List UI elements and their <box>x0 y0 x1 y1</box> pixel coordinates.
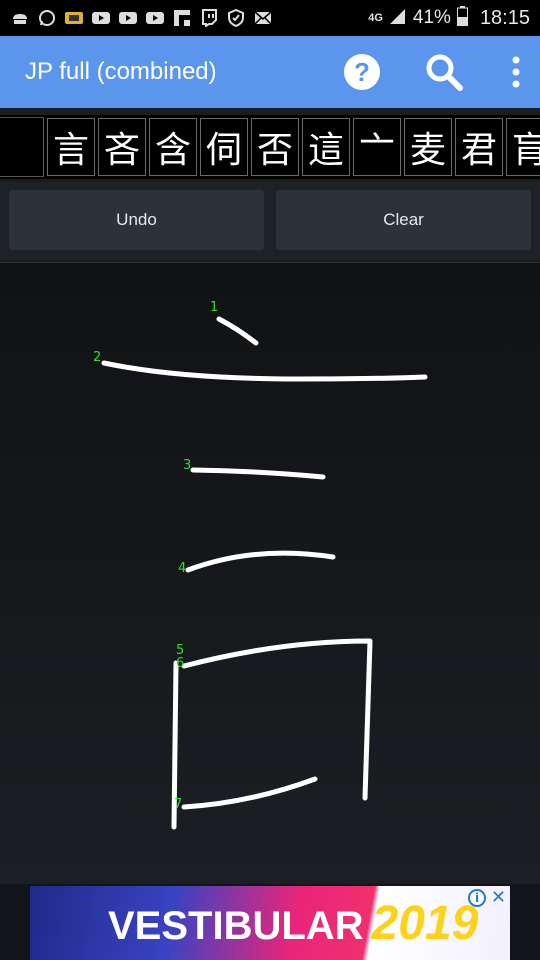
shield-icon <box>226 9 246 27</box>
whatsapp-icon <box>37 9 57 27</box>
clear-button[interactable]: Clear <box>276 190 531 250</box>
stroke-number-label: 6 <box>176 656 184 671</box>
notification-icons <box>10 9 273 27</box>
ad-info-icon[interactable]: i <box>468 889 486 907</box>
candidate-scroll-edge <box>0 117 44 177</box>
search-icon <box>426 54 463 91</box>
mail-icon <box>253 9 273 27</box>
youtube-icon <box>145 9 165 27</box>
candidate-char[interactable]: 否 <box>251 118 299 176</box>
more-vert-icon <box>512 56 520 88</box>
app-bar: JP full (combined) ? <box>0 36 540 108</box>
network-type: 4G <box>368 11 383 24</box>
undo-button[interactable]: Undo <box>9 190 264 250</box>
chef-hat-icon <box>10 9 30 27</box>
twitch-icon <box>199 9 219 27</box>
stroke-4 <box>185 550 336 573</box>
overflow-menu-button[interactable] <box>496 42 536 102</box>
ad-creative[interactable]: VESTIBULAR 2019 i ✕ <box>30 886 510 960</box>
signal-icon <box>389 7 407 30</box>
ad-headline-text: VESTIBULAR <box>108 904 364 948</box>
ad-year: 2019 <box>371 897 479 950</box>
candidate-char[interactable]: 這 <box>302 118 350 176</box>
candidate-char[interactable]: 肓 <box>506 118 540 176</box>
candidate-char[interactable]: 吝 <box>98 118 146 176</box>
action-bar: Undo Clear <box>0 182 540 260</box>
battery-percent: 41% <box>412 7 451 28</box>
ad-close-icon[interactable]: ✕ <box>491 887 506 908</box>
candidate-char[interactable]: 麦 <box>404 118 452 176</box>
strokes-layer: 1234567 <box>93 300 428 830</box>
help-icon: ? <box>344 54 380 90</box>
youtube-icon <box>118 9 138 27</box>
clock: 18:15 <box>479 6 530 29</box>
stroke-6 <box>181 638 373 801</box>
candidate-char[interactable]: 伺 <box>200 118 248 176</box>
candidate-list: 言吝含伺否這亠麦君肓 <box>0 115 540 179</box>
drawing-canvas[interactable]: 1234567 <box>0 262 540 884</box>
search-button[interactable] <box>414 42 474 102</box>
battery-icon <box>456 5 468 31</box>
candidate-char[interactable]: 含 <box>149 118 197 176</box>
stroke-number-label: 2 <box>93 350 101 365</box>
candidate-char[interactable]: 亠 <box>353 118 401 176</box>
system-status: 4G 41% 18:15 <box>368 5 530 31</box>
ad-headline: VESTIBULAR 2019 <box>108 896 478 951</box>
stroke-number-label: 1 <box>210 300 218 315</box>
candidate-char[interactable]: 君 <box>455 118 503 176</box>
stroke-2 <box>101 360 428 382</box>
ad-banner: VESTIBULAR 2019 i ✕ <box>0 884 540 960</box>
stroke-7 <box>181 776 318 810</box>
help-button[interactable]: ? <box>332 42 392 102</box>
stroke-number-label: 4 <box>178 561 186 576</box>
stroke-3 <box>190 467 326 480</box>
stroke-1 <box>216 316 259 346</box>
flipboard-icon <box>172 9 192 27</box>
candidate-char[interactable]: 言 <box>47 118 95 176</box>
status-bar: 4G 41% 18:15 <box>0 0 540 36</box>
stroke-number-label: 3 <box>183 458 191 473</box>
youtube-icon <box>91 9 111 27</box>
stroke-number-label: 7 <box>174 797 182 812</box>
app-title: JP full (combined) <box>25 58 217 85</box>
ticket-icon <box>64 9 84 27</box>
